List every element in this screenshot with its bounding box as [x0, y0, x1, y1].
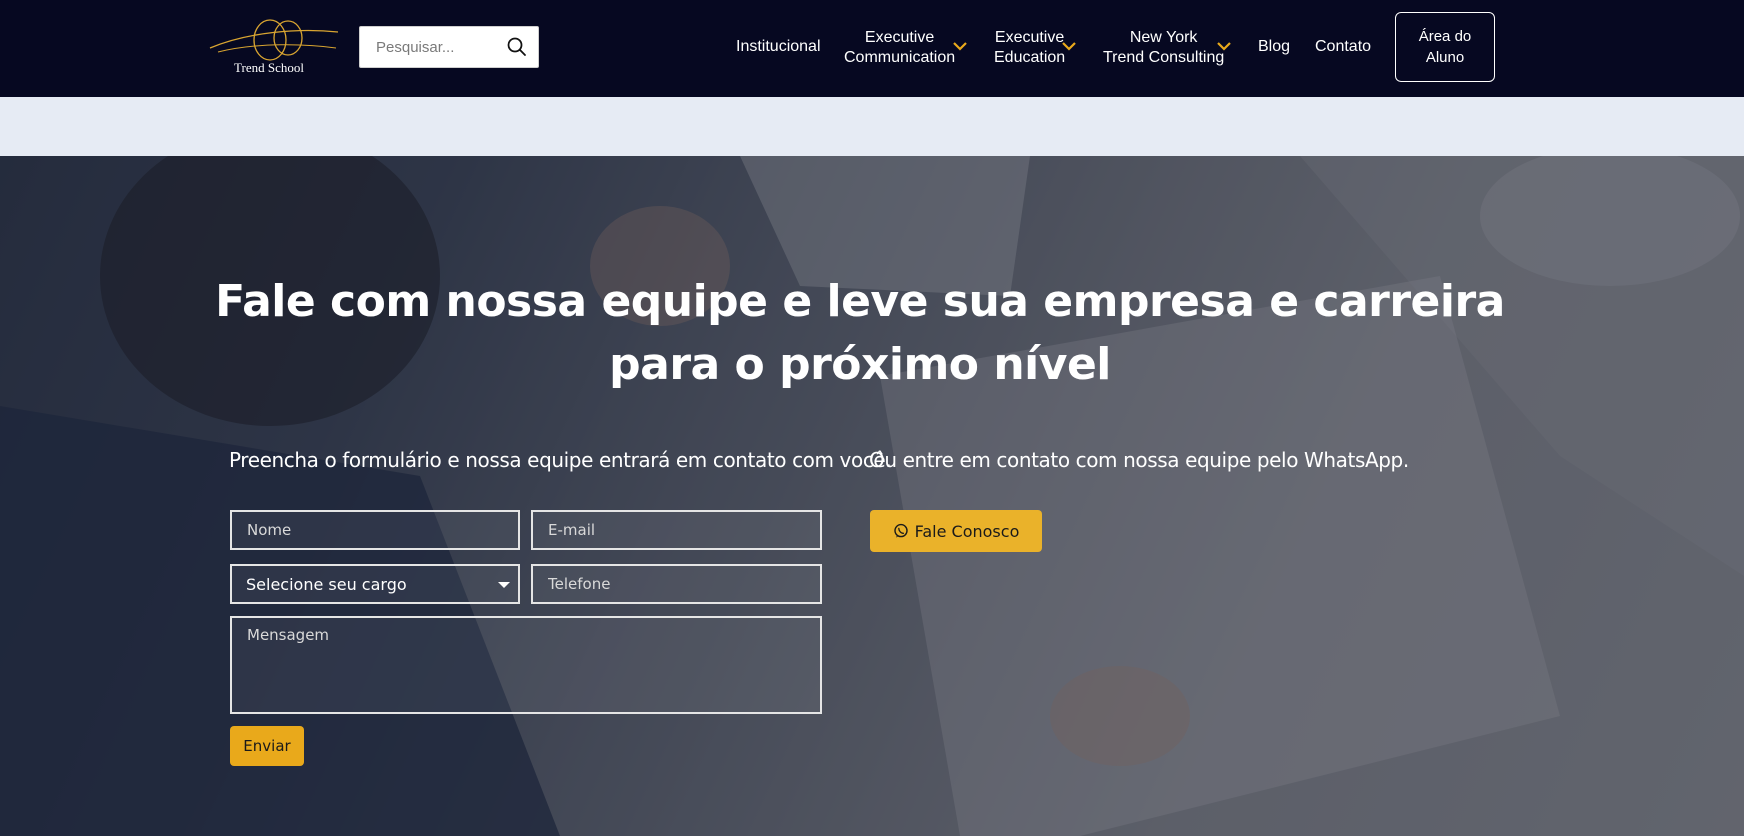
logo-mark — [209, 19, 339, 61]
search-box — [359, 26, 539, 68]
search-input[interactable] — [360, 27, 500, 67]
form-intro-text: Preencha o formulário e nossa equipe ent… — [229, 448, 892, 472]
cargo-select[interactable]: Selecione seu cargo — [230, 564, 520, 604]
nav-new-york-trend-consulting[interactable]: New York Trend Consulting — [1103, 28, 1224, 68]
chevron-down-icon[interactable] — [1061, 41, 1077, 51]
nav-label-line1: Executive — [994, 29, 1065, 46]
nav-label-line2: Communication — [844, 49, 956, 66]
breadcrumb-band — [0, 97, 1744, 156]
cargo-select-value: Selecione seu cargo — [246, 575, 407, 594]
dropdown-caret-icon — [498, 582, 510, 588]
nav-label-line1: Executive — [864, 29, 935, 46]
search-icon[interactable] — [506, 36, 528, 58]
nav-institucional[interactable]: Institucional — [736, 37, 821, 57]
mensagem-textarea[interactable] — [230, 616, 822, 714]
nav-label-line1: New York — [1129, 29, 1198, 46]
trend-school-logo[interactable]: Trend School — [208, 18, 340, 80]
nav-executive-education[interactable]: Executive Education — [994, 28, 1065, 68]
area-do-aluno-button[interactable]: Área do Aluno — [1395, 12, 1495, 82]
nav-label-line2: Trend Consulting — [1103, 49, 1225, 66]
whatsapp-intro-text: Ou entre em contato com nossa equipe pel… — [869, 448, 1409, 472]
nav-blog[interactable]: Blog — [1258, 37, 1290, 57]
chevron-down-icon[interactable] — [1216, 41, 1232, 51]
fale-conosco-label: Fale Conosco — [914, 521, 1020, 541]
email-input[interactable] — [531, 510, 822, 550]
enviar-button[interactable]: Enviar — [230, 726, 304, 766]
nav-label-line2: Education — [994, 49, 1066, 66]
nome-input[interactable] — [230, 510, 520, 550]
enviar-label: Enviar — [243, 737, 291, 755]
whatsapp-icon — [893, 523, 908, 538]
nav-institucional-label: Institucional — [736, 38, 821, 55]
nav-executive-communication[interactable]: Executive Communication — [844, 28, 955, 68]
contact-hero: Fale com nossa equipe e leve sua empresa… — [0, 156, 1744, 836]
hero-headline: Fale com nossa equipe e leve sua empresa… — [215, 276, 1505, 390]
fale-conosco-button[interactable]: Fale Conosco — [870, 510, 1042, 552]
site-header: Trend School Institucional Executive Com… — [0, 0, 1744, 97]
chevron-down-icon[interactable] — [952, 41, 968, 51]
telefone-input[interactable] — [531, 564, 822, 604]
logo-text: Trend School — [234, 60, 304, 75]
nav-blog-label: Blog — [1258, 38, 1291, 55]
nav-contato-label: Contato — [1315, 38, 1372, 55]
area-do-aluno-label: Área do Aluno — [1418, 28, 1472, 66]
nav-contato[interactable]: Contato — [1315, 37, 1371, 57]
